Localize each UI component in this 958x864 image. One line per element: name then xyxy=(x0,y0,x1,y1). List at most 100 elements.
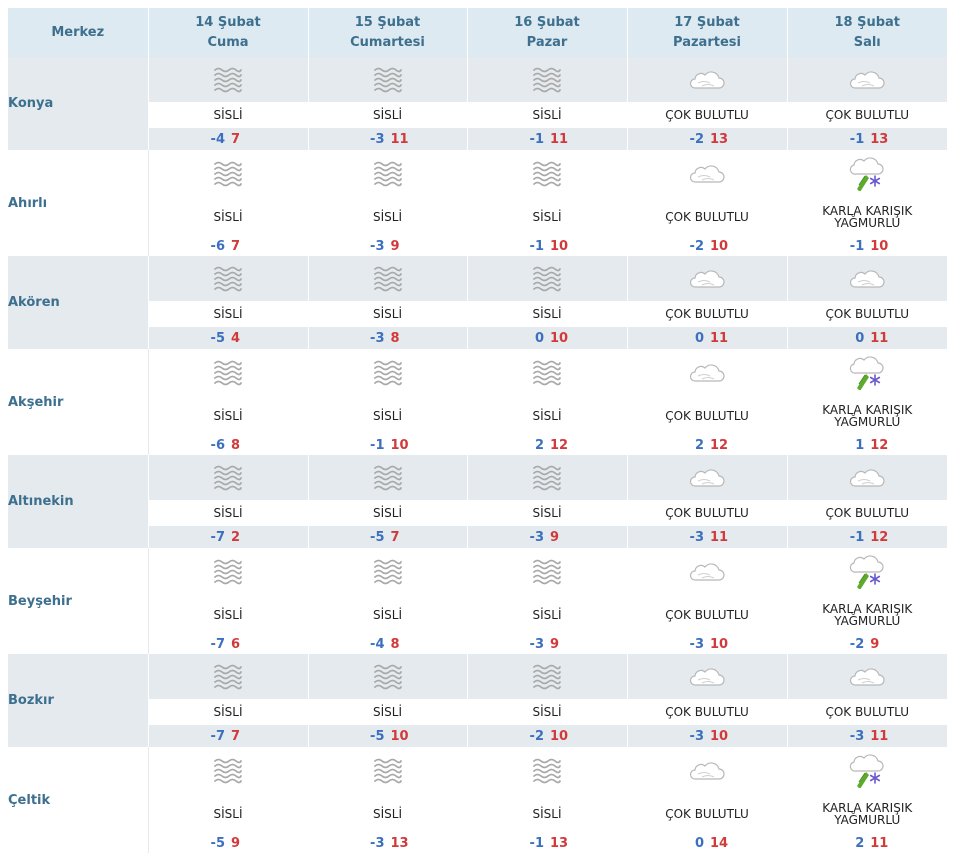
temperature-range: -3 13 xyxy=(308,833,467,853)
weather-description: ÇOK BULUTLU xyxy=(787,500,947,526)
min-temp: -1 xyxy=(370,437,385,453)
max-temp: 13 xyxy=(550,835,569,851)
temperature-range: -7 7 xyxy=(148,725,308,747)
fog-icon xyxy=(308,256,467,301)
temperature-range: -3 9 xyxy=(467,526,627,548)
weather-description: SİSLİ xyxy=(308,699,467,725)
fog-icon xyxy=(467,349,627,397)
fog-icon xyxy=(148,548,308,596)
city-name: Ahırlı xyxy=(8,150,149,256)
min-temp: 0 xyxy=(694,330,704,346)
weather-description: ÇOK BULUTLU xyxy=(627,301,787,327)
min-temp: -3 xyxy=(370,835,385,851)
weather-description: ÇOK BULUTLU xyxy=(627,500,787,526)
header-day: 16 Şubat Pazar xyxy=(467,8,628,57)
temperature-range: -2 13 xyxy=(627,128,787,150)
city-name: Bozkır xyxy=(8,654,149,747)
temperature-range: 1 12 xyxy=(787,435,947,455)
min-temp: -1 xyxy=(849,238,865,254)
weather-description: SİSLİ xyxy=(467,596,627,634)
city-row: Bozkır SİSLİ -7 7 SİSLİ -5 10 SİSLİ -2 10 ÇOK BULU… xyxy=(8,654,947,747)
weather-description: ÇOK BULUTLU xyxy=(627,102,787,128)
temperature-range: -1 13 xyxy=(467,833,627,853)
weather-description: SİSLİ xyxy=(308,102,467,128)
fog-icon xyxy=(308,150,467,198)
fog-icon xyxy=(467,150,627,198)
min-temp: 0 xyxy=(694,835,704,851)
forecast-cell: KARLA KARIŞIK YAĞMURLU 1 12 xyxy=(787,349,947,455)
temperature-range: -4 7 xyxy=(148,128,308,150)
min-temp: -6 xyxy=(210,238,225,254)
cloud-icon xyxy=(627,150,787,198)
max-temp: 12 xyxy=(710,437,729,453)
weather-description: SİSLİ xyxy=(148,301,308,327)
header-date: 17 Şubat xyxy=(674,14,740,30)
fog-icon xyxy=(148,349,308,397)
forecast-cell: ÇOK BULUTLU -3 10 xyxy=(627,548,788,654)
max-temp: 8 xyxy=(390,330,400,346)
header-day: 15 Şubat Cumartesi xyxy=(308,8,468,57)
temperature-range: -5 7 xyxy=(308,526,467,548)
max-temp: 10 xyxy=(710,238,729,254)
forecast-cell: SİSLİ -6 8 xyxy=(148,349,309,455)
header-weekday: Pazartesi xyxy=(673,34,741,50)
forecast-cell: SİSLİ -1 10 xyxy=(467,150,628,256)
fog-icon xyxy=(308,747,467,795)
city-name: Çeltik xyxy=(8,747,149,853)
min-temp: -2 xyxy=(689,131,704,147)
weather-description: ÇOK BULUTLU xyxy=(627,699,787,725)
fog-icon xyxy=(308,57,467,102)
min-temp: -7 xyxy=(210,636,225,652)
weather-description: SİSLİ xyxy=(148,102,308,128)
fog-icon xyxy=(467,548,627,596)
min-temp: -3 xyxy=(529,529,544,545)
forecast-cell: SİSLİ -7 7 xyxy=(148,654,309,747)
header-day: 14 Şubat Cuma xyxy=(148,8,309,57)
weather-description: ÇOK BULUTLU xyxy=(787,699,947,725)
forecast-cell: SİSLİ -6 7 xyxy=(148,150,309,256)
max-temp: 11 xyxy=(710,330,729,346)
forecast-cell: ÇOK BULUTLU 0 14 xyxy=(627,747,788,853)
city-name: Akören xyxy=(8,256,149,349)
temperature-range: -1 13 xyxy=(787,128,947,150)
forecast-cell: SİSLİ -3 11 xyxy=(308,57,468,150)
weather-description: SİSLİ xyxy=(467,500,627,526)
max-temp: 9 xyxy=(870,636,880,652)
city-name: Altınekin xyxy=(8,455,149,548)
forecast-cell: KARLA KARIŞIK YAĞMURLU 2 11 xyxy=(787,747,947,853)
min-temp: -3 xyxy=(529,636,544,652)
fog-icon xyxy=(467,747,627,795)
city-name: Akşehir xyxy=(8,349,149,455)
forecast-cell: SİSLİ -4 7 xyxy=(148,57,309,150)
weather-description: SİSLİ xyxy=(308,596,467,634)
min-temp: -5 xyxy=(370,728,385,744)
forecast-cell: SİSLİ 2 12 xyxy=(467,349,628,455)
max-temp: 4 xyxy=(231,330,241,346)
forecast-cell: KARLA KARIŞIK YAĞMURLU -2 9 xyxy=(787,548,947,654)
max-temp: 14 xyxy=(710,835,729,851)
cloud-icon xyxy=(627,57,787,102)
weather-description: ÇOK BULUTLU xyxy=(627,198,787,236)
max-temp: 12 xyxy=(870,529,889,545)
fog-icon xyxy=(308,349,467,397)
cloud-icon xyxy=(787,256,947,301)
temperature-range: -5 9 xyxy=(148,833,308,853)
max-temp: 10 xyxy=(390,728,409,744)
min-temp: -3 xyxy=(689,529,704,545)
weather-description: SİSLİ xyxy=(148,795,308,833)
city-row: Çeltik SİSLİ -5 9 SİSLİ -3 13 SİSLİ -1 13 ÇOK BULU… xyxy=(8,747,947,853)
weather-description: ÇOK BULUTLU xyxy=(627,596,787,634)
fog-icon xyxy=(148,654,308,699)
max-temp: 9 xyxy=(550,636,560,652)
weather-description: ÇOK BULUTLU xyxy=(787,102,947,128)
sleet-icon xyxy=(787,349,947,397)
forecast-cell: ÇOK BULUTLU -1 13 xyxy=(787,57,947,150)
forecast-cell: KARLA KARIŞIK YAĞMURLU -1 10 xyxy=(787,150,947,256)
weather-description: SİSLİ xyxy=(148,596,308,634)
max-temp: 9 xyxy=(390,238,400,254)
header-weekday: Salı xyxy=(853,34,881,50)
forecast-cell: SİSLİ -7 2 xyxy=(148,455,309,548)
min-temp: -3 xyxy=(689,636,704,652)
max-temp: 10 xyxy=(710,636,729,652)
weather-description: SİSLİ xyxy=(308,500,467,526)
